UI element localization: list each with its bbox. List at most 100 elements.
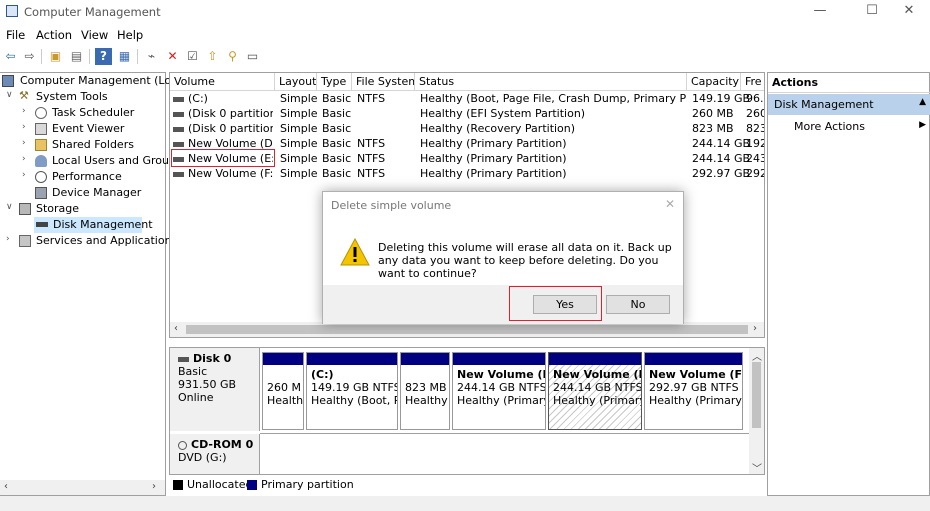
check-icon[interactable]: ☑ [184, 48, 201, 65]
menu-action[interactable]: Action [36, 28, 72, 42]
cdrom-name: CD-ROM 0 [191, 438, 254, 451]
column-header-type[interactable]: Type [317, 73, 352, 91]
tree-node-services[interactable]: › Services and Applications [6, 233, 177, 249]
scroll-right-icon[interactable]: › [753, 323, 757, 334]
export-icon[interactable]: ⇧ [204, 48, 221, 65]
tree-horizontal-scrollbar[interactable]: ‹ › [0, 480, 165, 495]
type-cell: Basic [322, 137, 352, 150]
scroll-down-icon[interactable]: ﹀ [752, 460, 762, 475]
scroll-left-icon[interactable]: ‹ [4, 481, 8, 492]
tree-node-disk-management[interactable]: Disk Management [34, 217, 153, 233]
search-icon[interactable]: ⚲ [224, 48, 241, 65]
partition-efi[interactable]: 260 M Health [262, 352, 304, 430]
tree-node-label: System Tools [36, 90, 108, 103]
up-folder-icon[interactable]: ▣ [47, 48, 64, 65]
list-horizontal-scrollbar[interactable]: ‹ › [170, 322, 764, 337]
column-header-file-system[interactable]: File System [352, 73, 415, 91]
column-header-volume[interactable]: Volume [170, 73, 275, 91]
help-icon[interactable]: ? [95, 48, 112, 65]
free-cell: 192 [746, 137, 765, 150]
close-button[interactable]: ✕ [886, 0, 930, 24]
delete-icon[interactable]: ✕ [164, 48, 181, 65]
partition-d[interactable]: New Volume (D:244.14 GB NTFSHealthy (Pri… [452, 352, 546, 430]
collapse-icon[interactable]: ∨ [6, 90, 16, 100]
menu-file[interactable]: File [6, 28, 25, 42]
column-header-capacity[interactable]: Capacity [687, 73, 741, 91]
table-row[interactable]: (Disk 0 partition 4) Simple Basic Health… [170, 121, 764, 136]
volume-cell: New Volume (F:) [173, 166, 273, 181]
scroll-up-icon[interactable]: ︿ [752, 348, 762, 363]
cdrom-drive: DVD (G:) [178, 451, 227, 464]
partition-e-selected[interactable]: New Volume (E:)244.14 GB NTFSHealthy (Pr… [548, 352, 642, 430]
partition-c[interactable]: (C:)149.19 GB NTFSHealthy (Boot, Pa [306, 352, 398, 430]
tree-node-task-scheduler[interactable]: › Task Scheduler [22, 105, 164, 121]
computer-icon [2, 75, 14, 87]
tree-node-computer-management[interactable]: Computer Management (Local [2, 73, 187, 89]
disk0-header[interactable]: Disk 0 Basic 931.50 GB Online [170, 348, 260, 431]
column-header-layout[interactable]: Layout [275, 73, 317, 91]
cdrom-header[interactable]: CD-ROM 0 DVD (G:) [170, 434, 260, 474]
expand-icon[interactable]: › [22, 138, 32, 148]
tree-node-label: Storage [36, 202, 80, 215]
minimize-button[interactable]: — [797, 0, 843, 24]
scrollbar-thumb[interactable] [752, 362, 761, 428]
more-actions-label: More Actions [794, 120, 865, 133]
tree-node-device-manager[interactable]: Device Manager [22, 185, 164, 201]
column-header-free[interactable]: Fre [741, 73, 764, 91]
no-button[interactable]: No [606, 295, 670, 314]
partition-recovery[interactable]: 823 MB Healthy [400, 352, 450, 430]
volume-cell: (Disk 0 partition 4) [173, 121, 273, 136]
partition-bar [549, 353, 641, 365]
warning-icon [340, 238, 370, 266]
tree-node-storage[interactable]: ∨ Storage [6, 201, 164, 217]
expand-icon[interactable]: › [22, 154, 32, 164]
layout-cell: Simple [280, 92, 318, 105]
dialog-close-button[interactable]: ✕ [665, 197, 675, 211]
scrollbar-thumb[interactable] [186, 325, 748, 334]
actions-section-disk-management[interactable]: Disk Management ▲ [768, 94, 930, 115]
partition-status: Healthy (Primary P [649, 394, 742, 407]
expand-icon[interactable]: › [22, 170, 32, 180]
tree-node-event-viewer[interactable]: › Event Viewer [22, 121, 164, 137]
scroll-left-icon[interactable]: ‹ [174, 323, 178, 334]
menu-view[interactable]: View [81, 28, 108, 42]
menu-help[interactable]: Help [117, 28, 143, 42]
expand-icon[interactable]: › [6, 234, 16, 244]
partition-status: Health [267, 394, 303, 407]
volume-icon [173, 141, 184, 147]
properties-list-icon[interactable]: ▭ [244, 48, 261, 65]
table-row[interactable]: New Volume (F:) Simple Basic NTFS Health… [170, 166, 764, 181]
partition-f[interactable]: New Volume (F:) 292.97 GB NTFS Healthy (Pr… [644, 352, 743, 430]
layout-cell: Simple [280, 122, 318, 135]
services-icon [19, 235, 31, 247]
collapse-icon[interactable]: ∨ [6, 202, 16, 212]
status-bar [0, 496, 930, 511]
properties-icon[interactable]: ▦ [116, 48, 133, 65]
capacity-cell: 244.14 GB [692, 137, 751, 150]
back-icon[interactable]: ⇦ [2, 48, 19, 65]
disk-vertical-scrollbar[interactable]: ︿ ﹀ [749, 348, 764, 475]
tree-node-label: Performance [52, 170, 122, 183]
capacity-cell: 292.97 GB [692, 167, 751, 180]
tree-node-performance[interactable]: › Performance [22, 169, 164, 185]
expand-icon[interactable]: › [22, 122, 32, 132]
more-actions-item[interactable]: More Actions ▶ [768, 117, 930, 137]
scroll-right-icon[interactable]: › [152, 481, 156, 492]
show-hide-tree-icon[interactable]: ▤ [68, 48, 85, 65]
connect-icon[interactable]: ⌁ [143, 48, 160, 65]
type-cell: Basic [322, 92, 352, 105]
delete-volume-dialog: Delete simple volume ✕ Deleting this vol… [322, 191, 684, 324]
column-header-status[interactable]: Status [415, 73, 687, 91]
forward-icon[interactable]: ⇨ [21, 48, 38, 65]
expand-icon[interactable]: › [22, 106, 32, 116]
file-system-cell: NTFS [357, 92, 386, 105]
status-cell: Healthy (Primary Partition) [420, 152, 567, 165]
tree-node-local-users[interactable]: › Local Users and Groups [22, 153, 182, 169]
status-cell: Healthy (Boot, Page File, Crash Dump, Pr… [420, 92, 686, 105]
highlight-box [509, 286, 602, 321]
collapse-up-icon[interactable]: ▲ [919, 97, 926, 107]
table-row[interactable]: (C:) Simple Basic NTFS Healthy (Boot, Pa… [170, 91, 764, 106]
tree-node-system-tools[interactable]: ∨ ⚒ System Tools [6, 89, 164, 105]
tree-node-shared-folders[interactable]: › Shared Folders [22, 137, 164, 153]
table-row[interactable]: (Disk 0 partition 1) Simple Basic Health… [170, 106, 764, 121]
